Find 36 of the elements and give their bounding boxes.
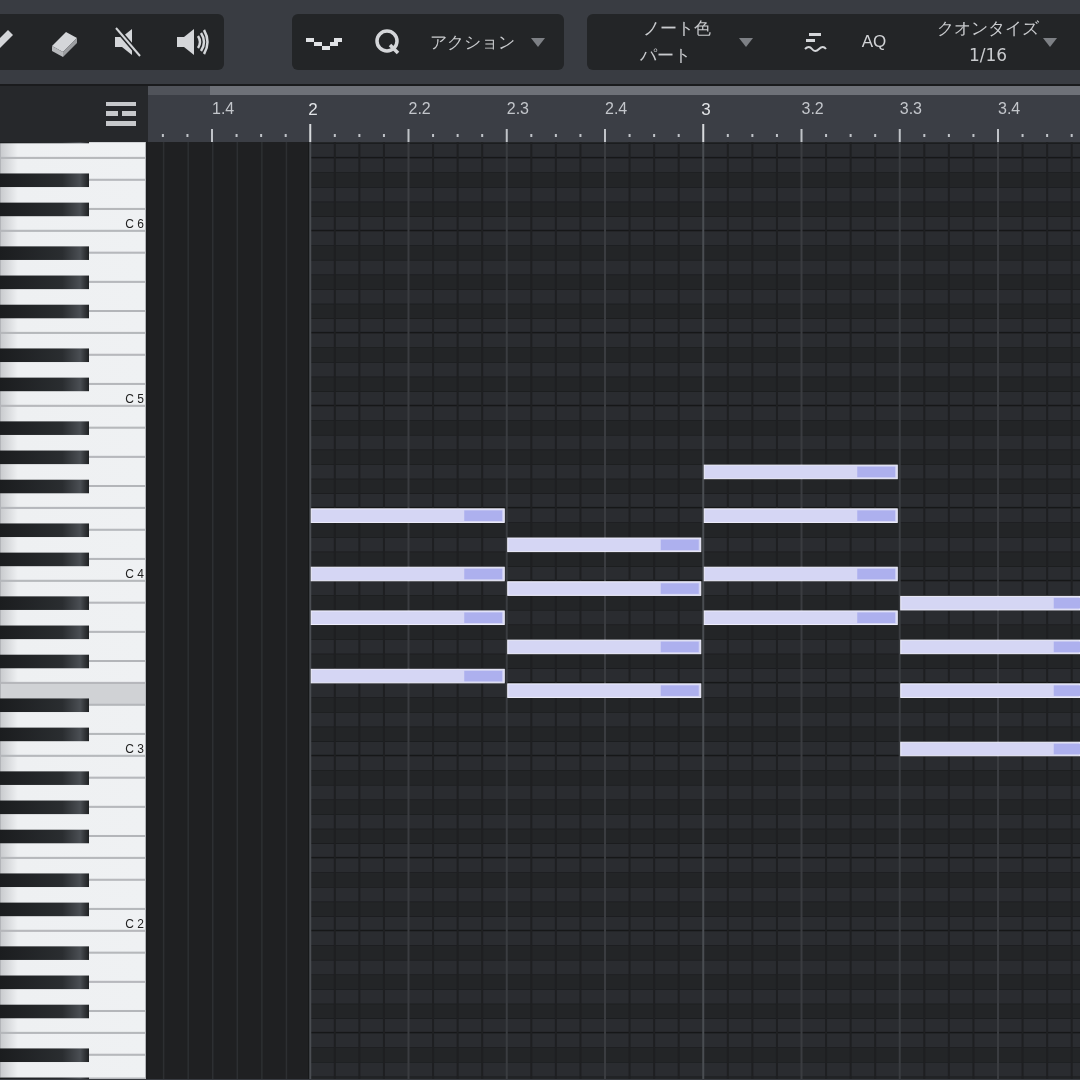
caret-icon bbox=[1043, 37, 1057, 47]
octave-label: C 2 bbox=[125, 917, 144, 931]
octave-label: C 4 bbox=[125, 567, 144, 581]
quantize-dropdown[interactable]: クオンタイズ 1/16 bbox=[933, 15, 1057, 69]
action-dropdown[interactable]: アクション bbox=[420, 30, 555, 54]
midi-note[interactable] bbox=[900, 639, 1080, 655]
ruler-label: 2.3 bbox=[506, 100, 529, 118]
ruler-label: 3 bbox=[701, 100, 711, 120]
midi-note[interactable] bbox=[507, 537, 702, 553]
octave-label: C 6 bbox=[125, 217, 144, 231]
ruler-label: 3.2 bbox=[801, 100, 824, 118]
sharp-key[interactable] bbox=[0, 173, 89, 188]
octave-label: C 3 bbox=[125, 742, 144, 756]
ruler-label: 1.4 bbox=[212, 100, 235, 118]
auto-quantize-toggle[interactable]: AQ bbox=[847, 32, 901, 52]
sharp-key[interactable] bbox=[0, 523, 89, 538]
sharp-key[interactable] bbox=[0, 873, 89, 888]
midi-note[interactable] bbox=[507, 639, 702, 655]
sharp-key[interactable] bbox=[0, 698, 89, 713]
note-color-dropdown[interactable]: ノート色 パート bbox=[627, 15, 753, 69]
caret-icon bbox=[739, 37, 753, 47]
timeline-ruler[interactable]: 1.4 2 2.2 2.3 2.4 3 3.2 3.3 3.4 bbox=[148, 86, 1080, 142]
menu-icon[interactable] bbox=[106, 102, 136, 126]
midi-note[interactable] bbox=[310, 668, 505, 684]
caret-icon bbox=[531, 37, 545, 47]
ruler-label: 2.2 bbox=[408, 100, 431, 118]
ruler-label: 3.3 bbox=[899, 100, 922, 118]
ruler-label: 2 bbox=[308, 100, 318, 120]
midi-note[interactable] bbox=[310, 610, 505, 626]
ruler-label: 3.4 bbox=[998, 100, 1021, 118]
midi-note[interactable] bbox=[703, 610, 898, 626]
octave-label: C 5 bbox=[125, 392, 144, 406]
sharp-key[interactable] bbox=[0, 348, 89, 363]
ruler-label: 2.4 bbox=[605, 100, 628, 118]
midi-note[interactable] bbox=[703, 464, 898, 480]
midi-note[interactable] bbox=[900, 595, 1080, 611]
